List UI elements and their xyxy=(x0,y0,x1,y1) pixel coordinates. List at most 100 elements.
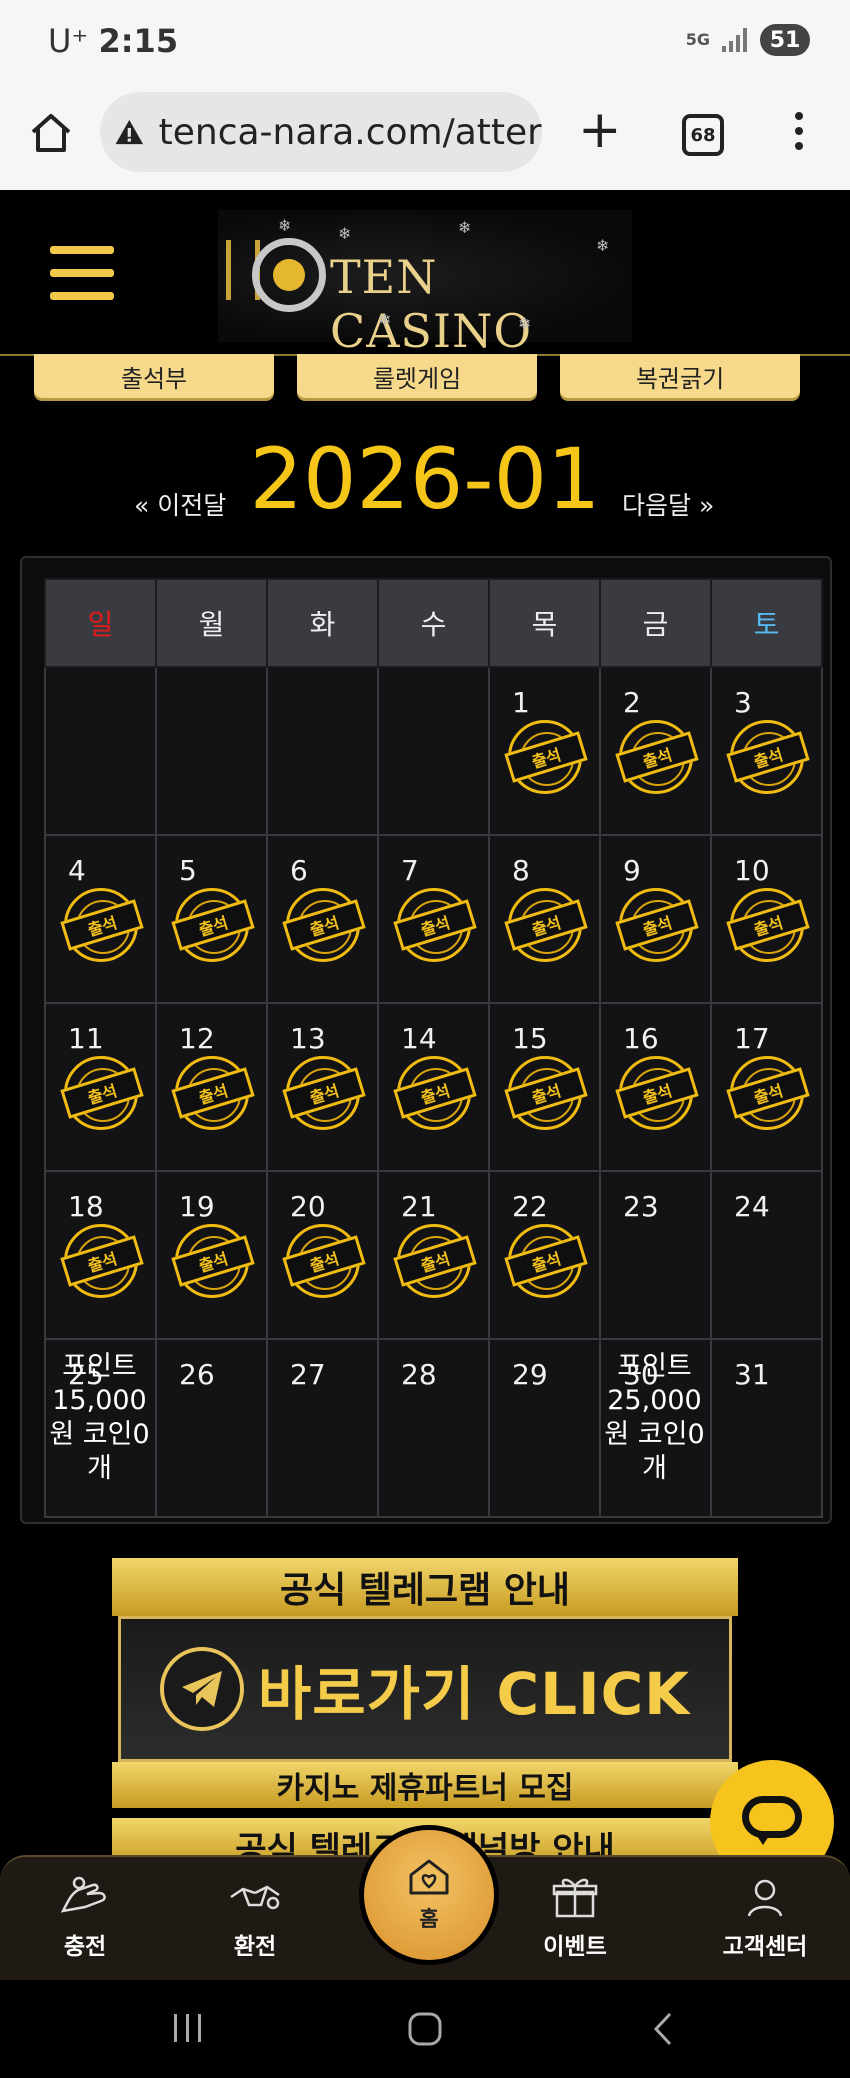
calendar-day-cell[interactable] xyxy=(377,666,490,836)
attendance-calendar: 일 월 화 수 목 금 토 1 출석 2 출석 3 출석 4 출석 5 출석 6 출석 7 출석 8 출석 9 출… xyxy=(20,556,832,1524)
calendar-day-cell[interactable]: 16 출석 xyxy=(599,1002,712,1172)
day-number: 16 xyxy=(623,1022,659,1055)
tab-switcher-button[interactable]: 68 xyxy=(682,114,724,156)
home-icon[interactable] xyxy=(28,110,74,156)
calendar-day-cell[interactable]: 17 출석 xyxy=(710,1002,823,1172)
stamp-label: 출석 xyxy=(282,899,366,951)
tab-roulette[interactable]: 룰렛게임 xyxy=(297,354,537,398)
attendance-stamp-icon: 출석 xyxy=(726,1056,810,1130)
calendar-day-cell[interactable]: 31 xyxy=(710,1338,823,1518)
nav-exchange[interactable]: 환전 xyxy=(200,1867,310,1961)
address-bar[interactable]: tenca-nara.com/atter xyxy=(100,92,542,172)
url-text: tenca-nara.com/atter xyxy=(158,111,542,153)
stamp-label: 출석 xyxy=(282,1067,366,1119)
attendance-stamp-icon: 출석 xyxy=(60,1224,144,1298)
nav-support-label: 고객센터 xyxy=(722,1934,808,1960)
weekday-sun: 일 xyxy=(44,578,157,668)
site-logo[interactable]: TEN CASINO ❄ ❄ ❄ ❄ ❄ ❄ xyxy=(218,210,632,358)
menu-icon[interactable] xyxy=(794,112,804,152)
recent-apps-icon[interactable] xyxy=(170,2010,206,2046)
status-bar: U⁺ 2:15 5G 51 xyxy=(0,0,850,88)
calendar-day-cell[interactable]: 1 출석 xyxy=(488,666,601,836)
calendar-day-cell[interactable]: 22 출석 xyxy=(488,1170,601,1340)
warning-icon xyxy=(115,119,144,145)
tab-lottery[interactable]: 복권긁기 xyxy=(560,354,800,398)
calendar-day-cell[interactable]: 25 포인트 15,000 원 코인0 개 xyxy=(44,1338,157,1518)
stamp-label: 출석 xyxy=(615,1067,699,1119)
calendar-day-cell[interactable]: 20 출석 xyxy=(266,1170,379,1340)
stamp-label: 출석 xyxy=(726,1067,810,1119)
weekday-wed: 수 xyxy=(377,578,490,668)
calendar-day-cell[interactable]: 7 출석 xyxy=(377,834,490,1004)
telegram-banner[interactable]: 공식 텔레그램 안내 바로가기 CLICK 카지노 제휴파트너 모집 공식 텔레… xyxy=(112,1558,738,1858)
day-number: 2 xyxy=(623,686,641,719)
nav-home[interactable]: 홈 xyxy=(359,1825,499,1965)
attendance-stamp-icon: 출석 xyxy=(393,888,477,962)
calendar-day-cell[interactable]: 30 포인트 25,000 원 코인0 개 xyxy=(599,1338,712,1518)
nav-support[interactable]: 고객센터 xyxy=(710,1867,820,1961)
attendance-stamp-icon: 출석 xyxy=(726,720,810,794)
stamp-label: 출석 xyxy=(171,1067,255,1119)
snowflake-icon: ❄ xyxy=(458,218,472,237)
calendar-week-row: 11 출석 12 출석 13 출석 14 출석 15 출석 16 출석 17 출석 xyxy=(44,1002,823,1172)
calendar-week-row: 25 포인트 15,000 원 코인0 개 26 27 28 29 30 포인트 25,000… xyxy=(44,1338,823,1518)
hamburger-menu-icon[interactable] xyxy=(50,246,114,315)
next-month-link[interactable]: 다음달 » xyxy=(622,486,714,522)
calendar-day-cell[interactable]: 27 xyxy=(266,1338,379,1518)
deposit-icon xyxy=(30,1867,140,1927)
nav-charge-label: 충전 xyxy=(63,1934,107,1960)
calendar-day-cell[interactable]: 29 xyxy=(488,1338,601,1518)
new-tab-button[interactable]: + xyxy=(578,104,622,156)
back-icon[interactable] xyxy=(648,2010,678,2048)
calendar-day-cell[interactable]: 4 출석 xyxy=(44,834,157,1004)
calendar-day-cell[interactable]: 8 출석 xyxy=(488,834,601,1004)
telegram-icon xyxy=(159,1647,244,1731)
stamp-label: 출석 xyxy=(504,731,588,783)
calendar-day-cell[interactable]: 13 출석 xyxy=(266,1002,379,1172)
calendar-day-cell[interactable]: 14 출석 xyxy=(377,1002,490,1172)
calendar-table: 일 월 화 수 목 금 토 1 출석 2 출석 3 출석 4 출석 5 출석 6 출석 7 출석 8 출석 9 출… xyxy=(44,578,823,1518)
calendar-day-cell[interactable] xyxy=(155,666,268,836)
calendar-day-cell[interactable] xyxy=(44,666,157,836)
month-navigation: 2026-01 « 이전달 다음달 » xyxy=(0,430,850,530)
calendar-day-cell[interactable]: 11 출석 xyxy=(44,1002,157,1172)
calendar-day-cell[interactable]: 28 xyxy=(377,1338,490,1518)
calendar-day-cell[interactable]: 24 xyxy=(710,1170,823,1340)
calendar-day-cell[interactable]: 21 출석 xyxy=(377,1170,490,1340)
calendar-day-cell[interactable]: 10 출석 xyxy=(710,834,823,1004)
banner-cta[interactable]: 바로가기 CLICK xyxy=(118,1616,732,1762)
prev-month-link[interactable]: « 이전달 xyxy=(134,486,226,522)
calendar-day-cell[interactable]: 9 출석 xyxy=(599,834,712,1004)
support-icon xyxy=(710,1867,820,1927)
calendar-day-cell[interactable]: 3 출석 xyxy=(710,666,823,836)
calendar-day-cell[interactable]: 19 출석 xyxy=(155,1170,268,1340)
calendar-day-cell[interactable]: 2 출석 xyxy=(599,666,712,836)
nav-event[interactable]: 이벤트 xyxy=(520,1867,630,1961)
calendar-day-cell[interactable]: 18 출석 xyxy=(44,1170,157,1340)
site-header: TEN CASINO ❄ ❄ ❄ ❄ ❄ ❄ xyxy=(0,190,850,358)
calendar-day-cell[interactable]: 23 xyxy=(599,1170,712,1340)
calendar-day-cell[interactable]: 26 xyxy=(155,1338,268,1518)
tab-attendance[interactable]: 출석부 xyxy=(34,354,274,398)
home-heart-icon xyxy=(409,1859,449,1895)
browser-toolbar: tenca-nara.com/atter + 68 xyxy=(0,88,850,190)
banner-cta-text: 바로가기 CLICK xyxy=(257,1660,691,1728)
calendar-day-cell[interactable]: 6 출석 xyxy=(266,834,379,1004)
stamp-label: 출석 xyxy=(726,731,810,783)
calendar-day-cell[interactable]: 5 출석 xyxy=(155,834,268,1004)
day-number: 18 xyxy=(68,1190,104,1223)
battery-indicator: 51 xyxy=(760,24,810,56)
stamp-label: 출석 xyxy=(726,899,810,951)
attendance-stamp-icon: 출석 xyxy=(615,1056,699,1130)
calendar-day-cell[interactable]: 15 출석 xyxy=(488,1002,601,1172)
stamp-label: 출석 xyxy=(60,1235,144,1287)
day-number: 6 xyxy=(290,854,308,887)
attendance-stamp-icon: 출석 xyxy=(615,720,699,794)
day-number: 27 xyxy=(290,1358,326,1391)
home-nav-icon[interactable] xyxy=(406,2010,444,2048)
day-number: 14 xyxy=(401,1022,437,1055)
nav-charge[interactable]: 충전 xyxy=(30,1867,140,1961)
calendar-day-cell[interactable]: 12 출석 xyxy=(155,1002,268,1172)
calendar-day-cell[interactable] xyxy=(266,666,379,836)
stamp-label: 출석 xyxy=(504,899,588,951)
